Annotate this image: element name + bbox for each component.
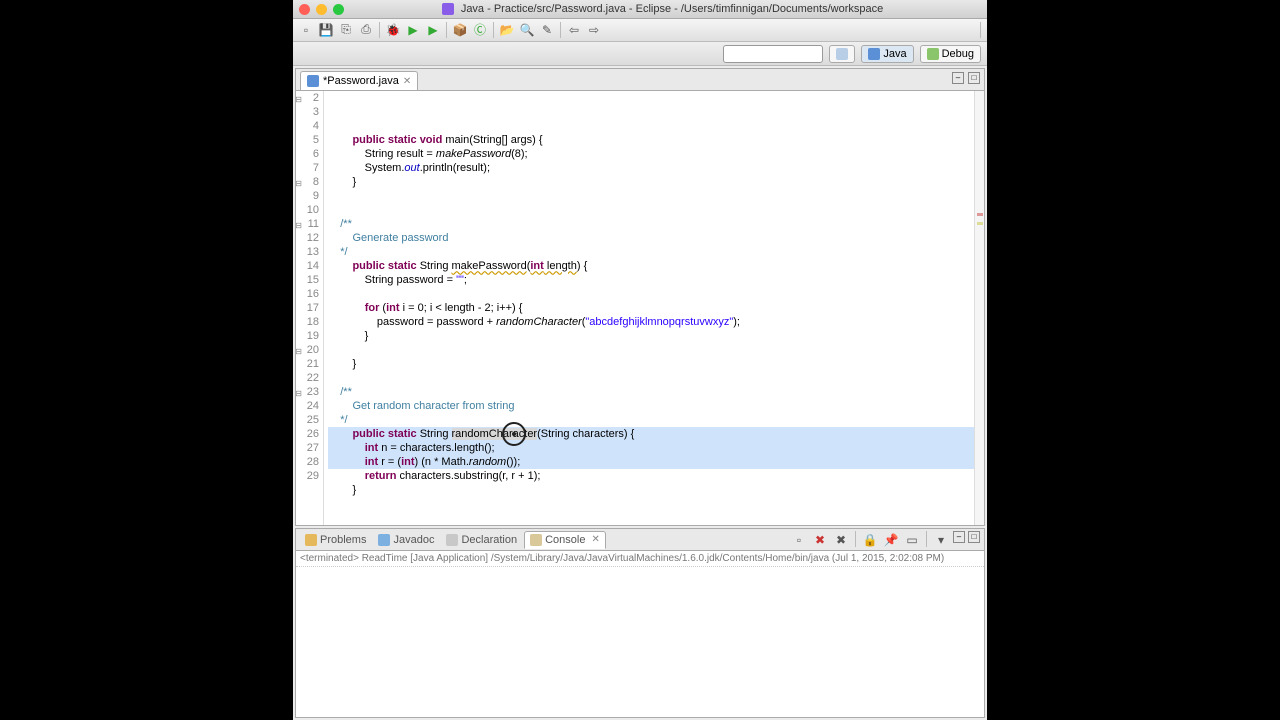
nav-back-button[interactable]: ⇦ [565, 21, 583, 39]
javadoc-icon [378, 534, 390, 546]
problems-icon [305, 534, 317, 546]
perspective-icon [836, 48, 848, 60]
console-tab[interactable]: Console ✕ [524, 531, 606, 549]
perspective-bar: Java Debug [293, 42, 987, 67]
java-perspective-button[interactable]: Java [861, 45, 913, 63]
remove-launch-button[interactable]: ▫ [790, 531, 808, 549]
code-content[interactable]: public static void main(String[] args) {… [324, 91, 984, 525]
close-console-button[interactable]: ✕ [591, 534, 599, 545]
close-tab-button[interactable]: ✕ [403, 76, 411, 87]
search-button[interactable]: 🔍 [518, 21, 536, 39]
main-toolbar: ▫ 💾 ⎘ ⎙ 🐞 ▶ ▶ 📦 Ⓒ 📂 🔍 ✎ ⇦ ⇨ [293, 19, 987, 42]
debug-button[interactable]: 🐞 [384, 21, 402, 39]
declaration-tab[interactable]: Declaration [441, 532, 522, 548]
overview-ruler [974, 91, 984, 525]
window-title: Java - Practice/src/Password.java - Ecli… [344, 3, 981, 15]
maximize-panel-button[interactable]: □ [968, 531, 980, 543]
new-button[interactable]: ▫ [297, 21, 315, 39]
eclipse-window: Java - Practice/src/Password.java - Ecli… [293, 0, 987, 720]
javadoc-tab[interactable]: Javadoc [373, 532, 439, 548]
scroll-lock-button[interactable]: 🔒 [861, 531, 879, 549]
minimize-panel-button[interactable]: – [953, 531, 965, 543]
editor-tab-label: *Password.java [323, 75, 399, 87]
open-type-button[interactable]: 📂 [498, 21, 516, 39]
minimize-editor-button[interactable]: – [952, 72, 964, 84]
zoom-window-button[interactable] [333, 4, 344, 15]
java-file-icon [307, 75, 319, 87]
eclipse-icon [442, 3, 454, 15]
open-perspective-button[interactable] [829, 45, 855, 63]
editor-tabs: *Password.java ✕ – □ [296, 69, 984, 91]
print-button[interactable]: ⎙ [357, 21, 375, 39]
save-all-button[interactable]: ⎘ [337, 21, 355, 39]
console-header: <terminated> ReadTime [Java Application]… [296, 551, 984, 567]
run-button[interactable]: ▶ [404, 21, 422, 39]
window-controls [299, 4, 344, 15]
run-last-button[interactable]: ▶ [424, 21, 442, 39]
nav-forward-button[interactable]: ⇨ [585, 21, 603, 39]
console-icon [530, 534, 542, 546]
debug-perspective-icon [927, 48, 939, 60]
debug-perspective-button[interactable]: Debug [920, 45, 981, 63]
clear-console-button[interactable]: ✖ [832, 531, 850, 549]
console-toolbar: ▫ ✖ ✖ 🔒 📌 ▭ ▾ – □ [790, 531, 980, 549]
pin-console-button[interactable]: 📌 [882, 531, 900, 549]
editor-tab-password[interactable]: *Password.java ✕ [300, 71, 418, 90]
maximize-editor-button[interactable]: □ [968, 72, 980, 84]
warning-marker[interactable] [977, 222, 983, 225]
minimize-window-button[interactable] [316, 4, 327, 15]
editor-area: *Password.java ✕ – □ 2⊟345678⊟91011⊟1213… [295, 68, 985, 526]
display-console-button[interactable]: ▭ [903, 531, 921, 549]
error-marker[interactable] [977, 213, 983, 216]
java-perspective-icon [868, 48, 880, 60]
save-button[interactable]: 💾 [317, 21, 335, 39]
new-class-button[interactable]: Ⓒ [471, 21, 489, 39]
console-output[interactable] [296, 567, 984, 717]
new-package-button[interactable]: 📦 [451, 21, 469, 39]
declaration-icon [446, 534, 458, 546]
close-window-button[interactable] [299, 4, 310, 15]
titlebar: Java - Practice/src/Password.java - Ecli… [293, 0, 987, 19]
remove-all-button[interactable]: ✖ [811, 531, 829, 549]
open-console-button[interactable]: ▾ [932, 531, 950, 549]
code-editor[interactable]: 2⊟345678⊟91011⊟121314151617181920⊟212223… [296, 91, 984, 525]
toggle-mark-button[interactable]: ✎ [538, 21, 556, 39]
problems-tab[interactable]: Problems [300, 532, 371, 548]
line-gutter: 2⊟345678⊟91011⊟121314151617181920⊟212223… [296, 91, 324, 525]
bottom-tabs: Problems Javadoc Declaration Console ✕ ▫… [296, 529, 984, 551]
quick-access-input[interactable] [723, 45, 823, 63]
bottom-panel: Problems Javadoc Declaration Console ✕ ▫… [295, 528, 985, 718]
